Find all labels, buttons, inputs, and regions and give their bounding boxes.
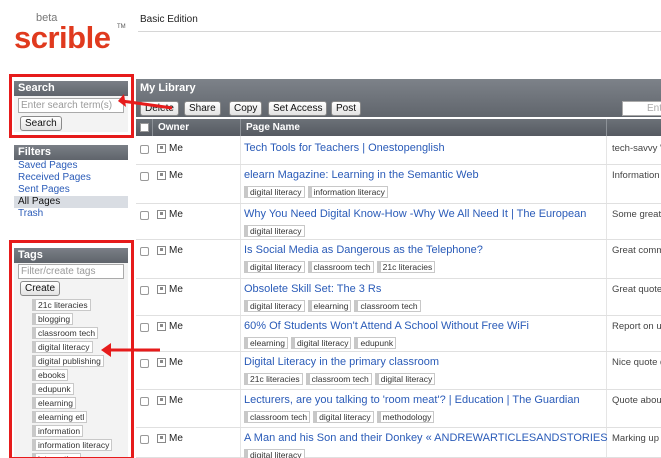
arrow-to-tag <box>101 343 160 357</box>
annotation-arrows <box>101 94 173 357</box>
arrow-to-delete <box>118 94 173 110</box>
